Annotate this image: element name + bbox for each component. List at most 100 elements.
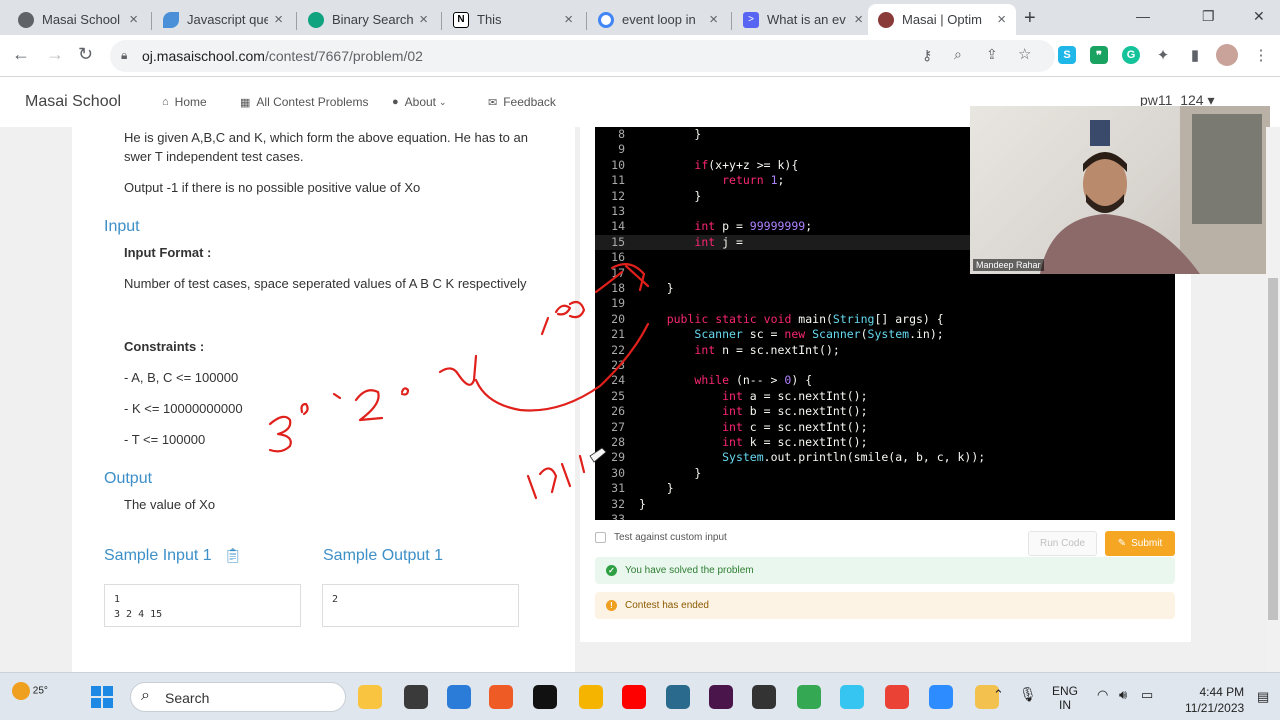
forward-arrow-icon[interactable]: →: [46, 44, 64, 65]
browser-tab[interactable]: Binary Search ×: [298, 4, 438, 35]
grammarly-icon[interactable]: G: [1122, 46, 1140, 64]
postman-icon[interactable]: [489, 685, 513, 709]
mysql-icon[interactable]: [666, 685, 690, 709]
menu-dots-icon[interactable]: ⋮: [1252, 46, 1270, 64]
reload-icon[interactable]: ↻: [78, 44, 93, 65]
key-icon[interactable]: ⚷: [922, 47, 932, 64]
extension-s-icon[interactable]: S: [1058, 46, 1076, 64]
code-line[interactable]: 19: [595, 296, 1175, 311]
code-line[interactable]: 32}: [595, 497, 1175, 512]
m-app-icon[interactable]: [752, 685, 776, 709]
code-line[interactable]: 21 Scanner sc = new Scanner(System.in);: [595, 327, 1175, 342]
line-number: 12: [611, 188, 625, 203]
back-arrow-icon[interactable]: ←: [12, 44, 30, 65]
profile-avatar[interactable]: [1216, 44, 1238, 66]
zoom-icon[interactable]: ⌕: [954, 46, 962, 63]
window-close-icon[interactable]: ✕: [1253, 8, 1265, 25]
close-icon[interactable]: ×: [274, 11, 283, 28]
close-icon[interactable]: ×: [709, 11, 718, 28]
code-line[interactable]: 29 System.out.println(smile(a, b, c, k))…: [595, 450, 1175, 465]
close-icon[interactable]: ×: [997, 11, 1006, 28]
slack-icon[interactable]: [709, 685, 733, 709]
ms-store-icon[interactable]: [447, 685, 471, 709]
code-text: while (n-- > 0) {: [694, 373, 813, 388]
close-icon[interactable]: ×: [854, 11, 863, 28]
code-line[interactable]: 30 }: [595, 466, 1175, 481]
app-dark-icon[interactable]: [404, 685, 428, 709]
share-icon[interactable]: ⇪: [986, 46, 998, 63]
code-line[interactable]: 31 }: [595, 481, 1175, 496]
chrome-icon[interactable]: [797, 685, 821, 709]
sidebar-icon[interactable]: ▮: [1186, 46, 1204, 64]
browser-tab[interactable]: N This ×: [443, 4, 583, 35]
browser-tab[interactable]: Javascript que ×: [153, 4, 293, 35]
run-code-button[interactable]: Run Code: [1028, 531, 1097, 556]
code-line[interactable]: 24 while (n-- > 0) {: [595, 373, 1175, 388]
maximize-icon[interactable]: ❐: [1202, 8, 1215, 25]
wifi-icon[interactable]: ◠: [1097, 687, 1108, 703]
taskbar-search[interactable]: ⌕ Search: [130, 682, 346, 712]
volume-icon[interactable]: 🔊︎: [1119, 687, 1127, 703]
nav-about[interactable]: ● About ⌄: [392, 95, 447, 109]
brand-logo[interactable]: Masai School: [25, 93, 121, 111]
code-line[interactable]: 22 int n = sc.nextInt();: [595, 343, 1175, 358]
extensions-puzzle-icon[interactable]: ✦: [1154, 46, 1172, 64]
tab-separator: [296, 12, 297, 30]
code-line[interactable]: 20 public static void main(String[] args…: [595, 312, 1175, 327]
sample-output-heading: Sample Output 1: [323, 547, 444, 564]
zoom-icon[interactable]: [929, 685, 953, 709]
windows-taskbar: 25° ⌕ Search ⌃ 🎙︎ ENG IN ◠ 🔊︎ ▭ 4:44 PM …: [0, 672, 1280, 720]
chevron-up-icon[interactable]: ⌃: [993, 687, 1004, 703]
file-explorer-icon[interactable]: [358, 685, 382, 709]
browser-tab[interactable]: event loop in ×: [588, 4, 728, 35]
line-number: 26: [611, 404, 625, 419]
code-line[interactable]: 25 int a = sc.nextInt();: [595, 389, 1175, 404]
new-tab-plus-icon[interactable]: +: [1024, 7, 1036, 30]
slack-alt-icon[interactable]: [840, 685, 864, 709]
nav-home[interactable]: ⌂ Home: [162, 95, 207, 109]
address-bar[interactable]: 🔒︎ oj.masaischool.com/contest/7667/probl…: [110, 40, 1055, 72]
clock[interactable]: 4:44 PM 11/21/2023: [1185, 684, 1244, 716]
windows-start-icon[interactable]: [90, 685, 114, 709]
weather-widget[interactable]: 25°: [12, 682, 48, 700]
nav-feedback[interactable]: ✉ Feedback: [488, 95, 556, 109]
language-indicator[interactable]: ENG IN: [1052, 684, 1078, 712]
chrome-canary-icon[interactable]: [579, 685, 603, 709]
obs-record-icon[interactable]: [533, 685, 557, 709]
tab-separator: [151, 12, 152, 30]
code-line[interactable]: 33: [595, 512, 1175, 520]
line-number: 13: [611, 204, 625, 218]
extension-quote-icon[interactable]: ❞: [1090, 46, 1108, 64]
terminal-icon: >: [743, 11, 759, 28]
line-number: 24: [611, 373, 625, 388]
battery-icon[interactable]: ▭: [1141, 687, 1153, 703]
code-line[interactable]: 27 int c = sc.nextInt();: [595, 420, 1175, 435]
gmail-icon[interactable]: [885, 685, 909, 709]
grid-icon: ▦: [240, 96, 251, 109]
browser-tab-active[interactable]: Masai | Optim ×: [868, 4, 1016, 35]
output-heading: Output: [104, 470, 153, 487]
nav-all-contest-problems[interactable]: ▦ All Contest Problems: [240, 95, 368, 109]
submit-button[interactable]: ✎ Submit: [1105, 531, 1175, 556]
pencil-icon: ✎: [1117, 538, 1127, 549]
scrollbar-thumb[interactable]: [1268, 278, 1278, 620]
check-circle-icon: ✓: [606, 565, 617, 576]
browser-tab[interactable]: > What is an ev ×: [733, 4, 873, 35]
code-line[interactable]: 18 }: [595, 281, 1175, 296]
microphone-icon[interactable]: 🎙︎: [1019, 686, 1037, 703]
youtube-icon[interactable]: [622, 685, 646, 709]
minimize-icon[interactable]: —: [1136, 8, 1150, 24]
code-line[interactable]: 23: [595, 358, 1175, 373]
constraint-item: - T <= 100000: [124, 432, 206, 447]
close-icon[interactable]: ×: [129, 11, 138, 28]
close-icon[interactable]: ×: [564, 11, 573, 28]
line-number: 28: [611, 435, 625, 449]
copy-clipboard-icon[interactable]: 📋︎: [224, 547, 242, 563]
code-line[interactable]: 28 int k = sc.nextInt();: [595, 435, 1175, 450]
custom-input-checkbox[interactable]: [595, 532, 606, 543]
notification-icon[interactable]: ▤: [1257, 689, 1269, 705]
browser-tab[interactable]: Masai School | ×: [8, 4, 148, 35]
bookmark-star-icon[interactable]: ☆: [1018, 45, 1031, 63]
code-line[interactable]: 26 int b = sc.nextInt();: [595, 404, 1175, 419]
close-icon[interactable]: ×: [419, 11, 428, 28]
